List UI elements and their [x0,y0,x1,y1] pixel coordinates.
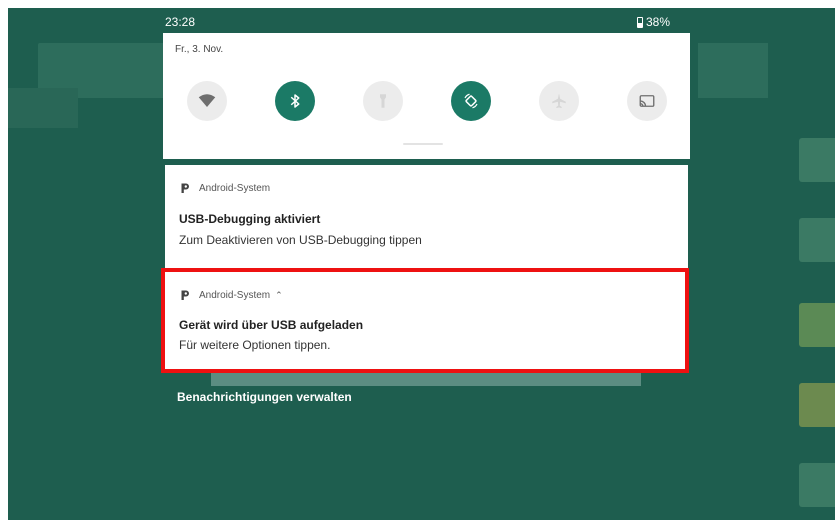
battery-indicator: 38% [636,15,670,29]
background-app-card [799,138,835,182]
tile-airplane-mode[interactable] [539,81,579,121]
background-app-card [799,383,835,427]
auto-rotate-icon [464,93,478,109]
notification-app-name: Android-System [199,182,271,194]
background-app-bar [698,43,768,98]
background-app-card [799,303,835,347]
android-system-icon [181,183,189,193]
flashlight-icon [380,94,386,108]
tile-auto-rotate[interactable] [451,81,491,121]
wifi-icon [198,94,216,107]
notification-stack-peek [211,373,641,386]
tile-cast[interactable] [627,81,667,121]
highlight-box [161,268,689,373]
status-bar: 23:28 38% [165,12,690,32]
quick-settings-tiles [187,81,667,121]
background-app-card [799,218,835,262]
battery-icon [636,16,643,28]
notification-card[interactable]: Android-System USB-Debugging aktiviert Z… [165,165,688,268]
background-app-shape [8,88,78,128]
notification-text: Zum Deaktivieren von USB-Debugging tippe… [179,233,422,247]
drag-handle[interactable] [403,143,443,145]
background-app-card [799,463,835,507]
tile-wifi[interactable] [187,81,227,121]
quick-settings-date: Fr., 3. Nov. [175,44,224,55]
tile-bluetooth[interactable] [275,81,315,121]
status-clock: 23:28 [165,15,196,29]
airplane-mode-icon [552,93,566,109]
manage-notifications-button[interactable]: Benachrichtigungen verwalten [177,390,352,404]
tile-flashlight[interactable] [363,81,403,121]
bluetooth-icon [290,94,300,108]
quick-settings-panel[interactable]: Fr., 3. Nov. [163,33,690,159]
notification-title: USB-Debugging aktiviert [179,212,321,226]
notification-header: Android-System [179,182,270,194]
cast-icon [639,95,655,107]
battery-level: 38% [645,15,670,29]
